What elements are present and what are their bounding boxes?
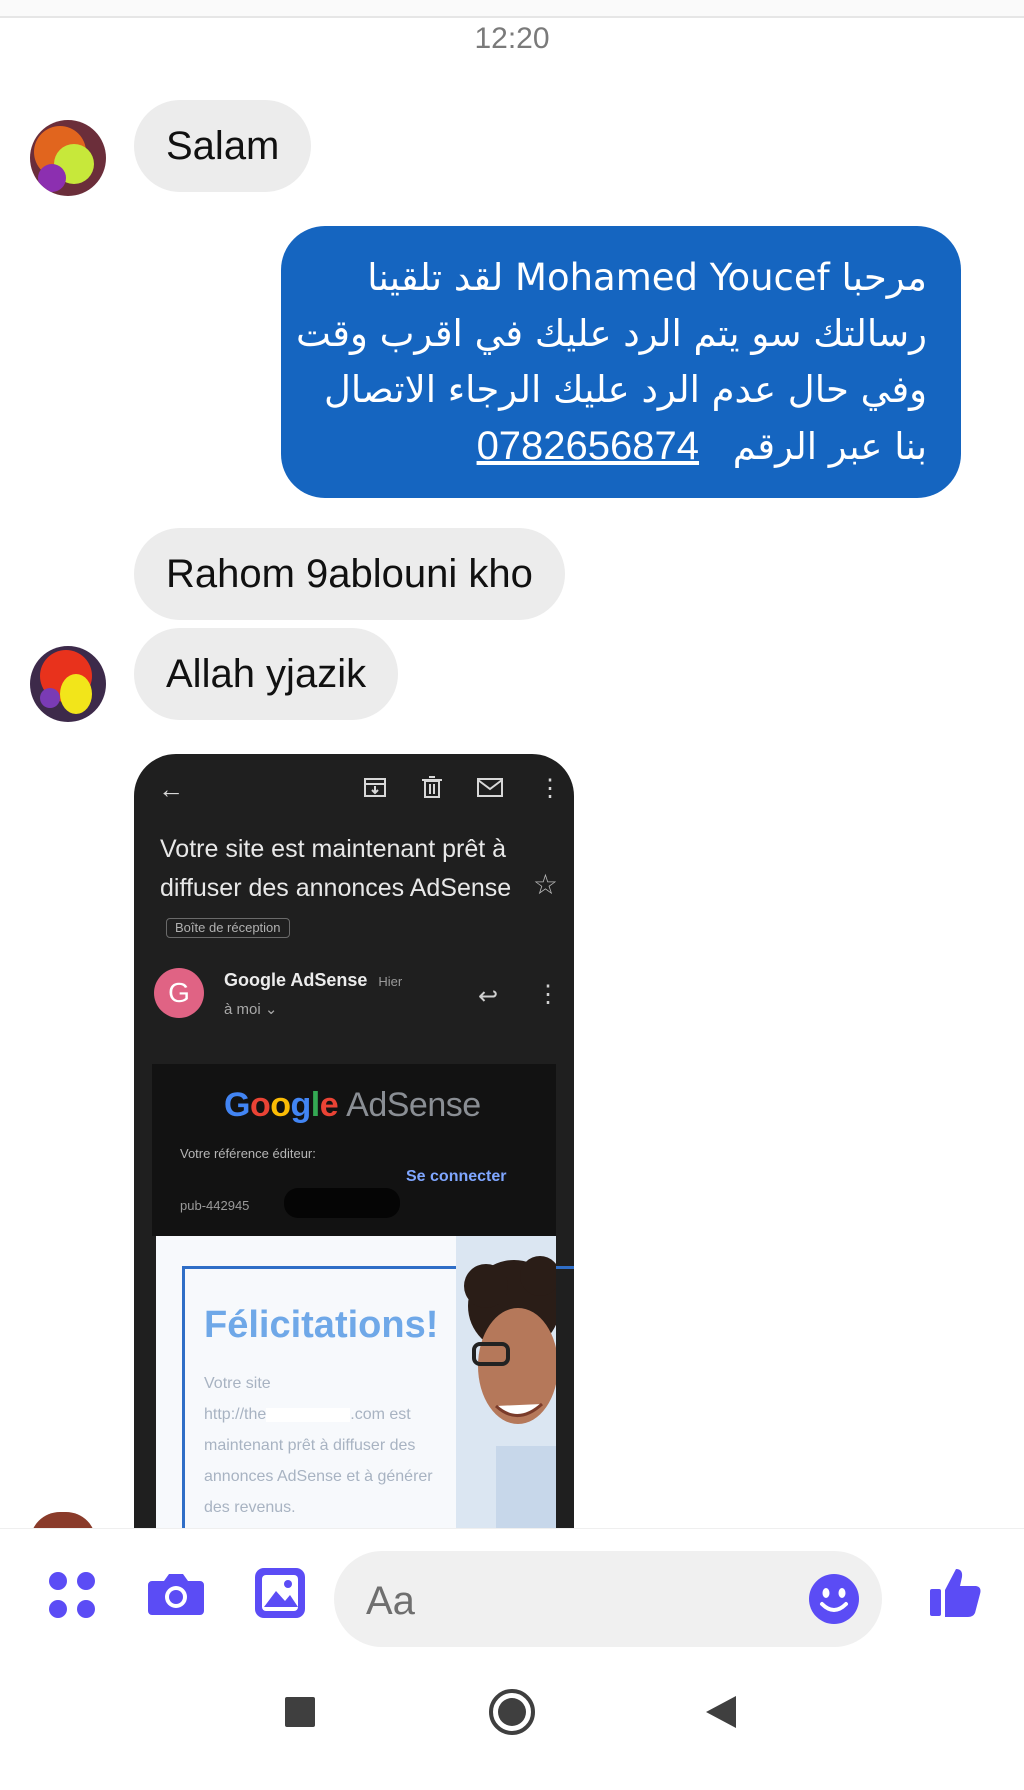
email-toolbar: ← ⋮ [134, 754, 574, 824]
message-input[interactable]: Aa [334, 1551, 882, 1647]
sent-time: Hier [378, 974, 403, 989]
apps-icon[interactable] [46, 1569, 98, 1626]
back-arrow-icon: ← [158, 774, 184, 804]
message-text: بنا عبر الرقم [732, 425, 927, 468]
recent-apps-icon[interactable] [284, 1696, 316, 1733]
reply-icon: ↩ [478, 983, 499, 1010]
message-line: رسالتك سو يتم الرد عليك في اقرب وقت [295, 312, 927, 355]
camera-icon[interactable] [146, 1567, 206, 1624]
message-composer: Aa [0, 1528, 1024, 1658]
sender-name: Google AdSense Hier [224, 970, 402, 991]
subject-text: Votre site est maintenant prêt à diffuse… [160, 835, 512, 902]
woman-photo [456, 1236, 560, 1534]
shared-image[interactable]: ← ⋮ Votre site est maintenant prêt à dif… [134, 754, 574, 1534]
redaction-mark [266, 1407, 351, 1422]
google-adsense-logo: Google AdSense [224, 1086, 481, 1124]
thumbs-up-icon[interactable] [926, 1563, 984, 1626]
delete-icon [420, 774, 444, 805]
avatar[interactable] [30, 646, 106, 722]
adsense-card: Félicitations! Votre site http://the .com… [156, 1236, 574, 1534]
avatar[interactable] [30, 120, 106, 196]
adsense-header: Google AdSense Votre référence éditeur: p… [152, 1064, 556, 1236]
timestamp: 12:20 [474, 22, 550, 55]
body-line: maintenant prêt à diffuser des annonces … [204, 1437, 433, 1516]
connect-link: Se connecter [406, 1168, 507, 1185]
home-icon[interactable] [488, 1688, 536, 1741]
chevron-down-icon: ⌄ [264, 1001, 278, 1018]
message-line: وفي حال عدم الرد عليك الرجاء الاتصال [324, 368, 927, 411]
status-bar-edge [0, 0, 1024, 18]
sender-text: Google AdSense [224, 970, 368, 990]
message-input-placeholder: Aa [366, 1579, 415, 1623]
body-line: Votre site [204, 1375, 271, 1392]
publisher-ref-label: Votre référence éditeur: [180, 1146, 316, 1161]
sender-avatar: G [154, 968, 204, 1018]
star-icon: ☆ [532, 869, 558, 900]
card-body: Votre site http://the .com est maintenant… [204, 1368, 434, 1523]
body-line: http://the .com est [204, 1399, 434, 1430]
url-end: .com est [350, 1406, 411, 1423]
image-icon[interactable] [252, 1565, 308, 1626]
mail-icon [476, 774, 504, 805]
inbox-label: Boîte de réception [166, 918, 290, 939]
message-line: بنا عبر الرقم 0782656874 [315, 418, 927, 475]
more-icon: ⋮ [538, 775, 562, 802]
recipient: à moi ⌄ [224, 1000, 277, 1018]
adsense-wordmark: AdSense [346, 1086, 481, 1124]
message-line: مرحبا Mohamed Youcef لقد تلقينا [367, 256, 927, 299]
publisher-id: pub-442945 [180, 1198, 250, 1213]
android-nav-bar [0, 1658, 1024, 1790]
message-bubble-received[interactable]: Salam [134, 100, 312, 192]
felicitations-heading: Félicitations! [204, 1304, 439, 1346]
archive-icon [362, 774, 388, 805]
message-bubble-received[interactable]: Allah yjazik [134, 628, 399, 720]
phone-link[interactable]: 0782656874 [477, 424, 699, 468]
more-icon: ⋮ [536, 981, 560, 1008]
redaction-mark [284, 1188, 400, 1218]
message-bubble-received[interactable]: Rahom 9ablouni kho [134, 528, 565, 620]
back-icon[interactable] [704, 1694, 738, 1735]
email-subject: Votre site est maintenant prêt à diffuse… [160, 830, 520, 947]
emoji-icon[interactable] [808, 1573, 860, 1630]
recipient-text: à moi [224, 1001, 261, 1018]
url-start: http://the [204, 1406, 267, 1423]
message-bubble-sent[interactable]: مرحبا Mohamed Youcef لقد تلقينا رسالتك س… [281, 226, 961, 498]
